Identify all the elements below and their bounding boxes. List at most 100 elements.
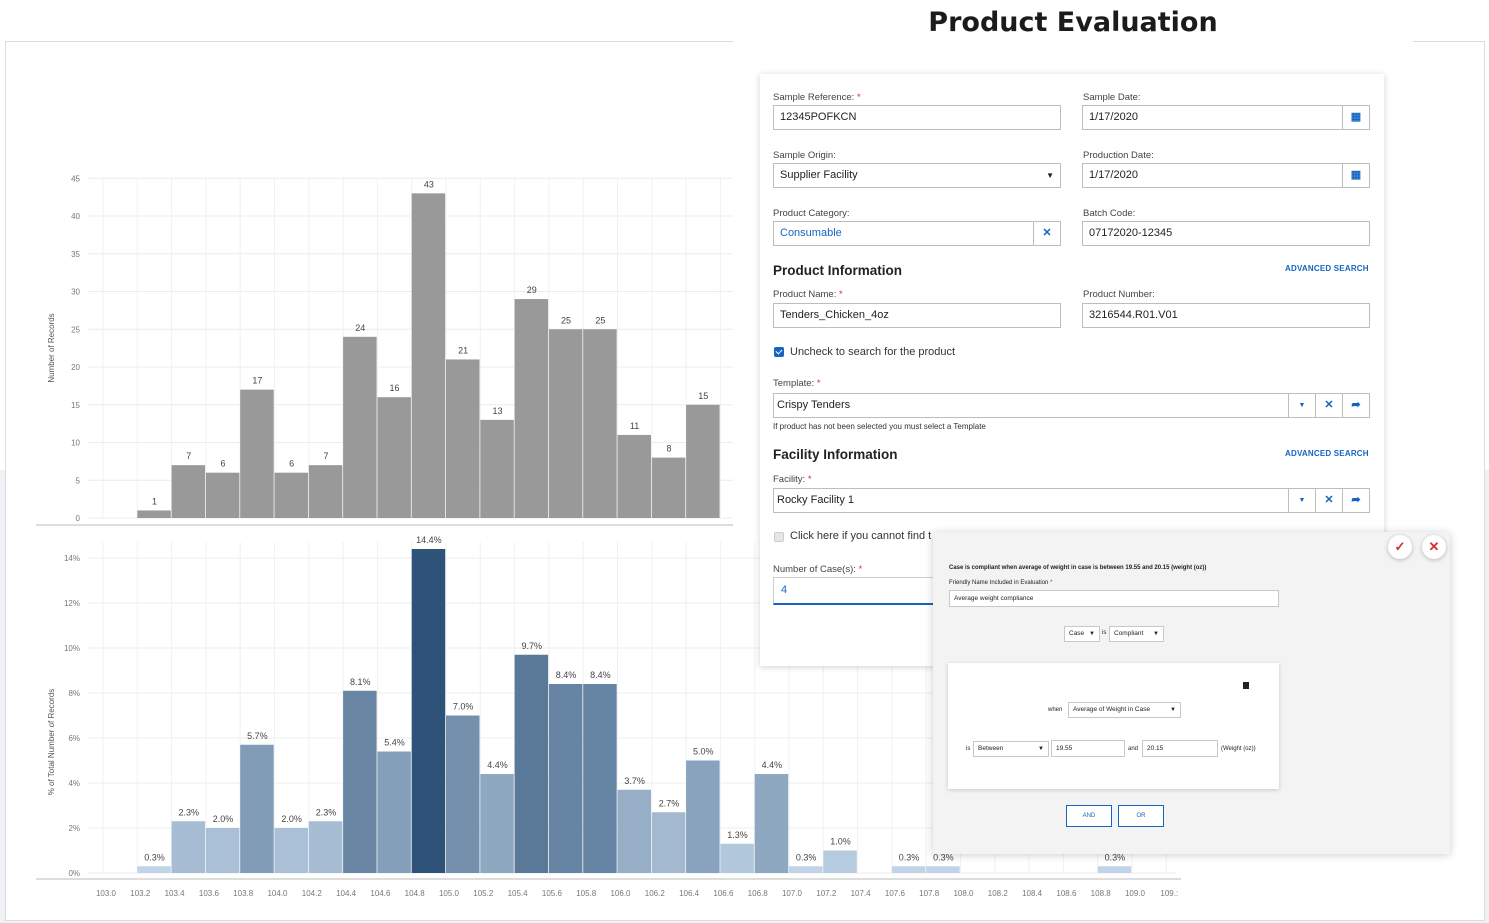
close-icon[interactable]: ✕ bbox=[1422, 535, 1446, 559]
bar-value-label: 16 bbox=[390, 383, 400, 393]
x-tick-label: 108.6 bbox=[1056, 889, 1077, 898]
chevron-down-icon[interactable]: ▼ bbox=[1288, 394, 1315, 417]
case-subject-value: Case bbox=[1069, 630, 1085, 637]
bar bbox=[583, 684, 617, 873]
production-date-input[interactable]: 1/17/2020 ▦ bbox=[1082, 163, 1370, 188]
y-tick-label: 15 bbox=[71, 401, 80, 410]
product-category-input[interactable]: Consumable ✕ bbox=[773, 221, 1061, 246]
y-tick-label: 10% bbox=[64, 644, 80, 653]
product-search-checkbox[interactable] bbox=[774, 347, 784, 357]
sample-date-label: Sample Date: bbox=[1083, 92, 1141, 103]
bar bbox=[308, 465, 343, 518]
trash-icon[interactable] bbox=[1243, 682, 1249, 689]
bar bbox=[480, 774, 514, 873]
sample-reference-label-text: Sample Reference: bbox=[773, 92, 855, 103]
measure-value: Average of Weight in Case bbox=[1073, 706, 1151, 713]
sample-reference-input[interactable]: 12345POFKCN bbox=[773, 105, 1061, 130]
batch-code-input[interactable]: 07172020-12345 bbox=[1082, 221, 1370, 246]
close-icon[interactable]: ✕ bbox=[1315, 394, 1342, 417]
sample-origin-value: Supplier Facility bbox=[780, 169, 858, 181]
bar bbox=[411, 193, 446, 518]
bar-value-label: 43 bbox=[424, 179, 434, 189]
min-value-input[interactable]: 19.55 bbox=[1051, 740, 1125, 757]
bar bbox=[137, 510, 171, 518]
operator-select[interactable]: Between ▼ bbox=[973, 741, 1049, 757]
bar bbox=[411, 549, 446, 873]
bar bbox=[377, 397, 411, 518]
or-button[interactable]: OR bbox=[1118, 805, 1164, 827]
x-tick-label: 106.2 bbox=[645, 889, 666, 898]
check-icon[interactable]: ✓ bbox=[1388, 535, 1412, 559]
x-tick-label: 103.2 bbox=[130, 889, 151, 898]
x-tick-label: 106.8 bbox=[748, 889, 769, 898]
x-tick-label: 108.8 bbox=[1091, 889, 1112, 898]
bar bbox=[651, 457, 686, 518]
batch-code-label: Batch Code: bbox=[1083, 208, 1136, 219]
bar bbox=[548, 329, 583, 518]
and-button[interactable]: AND bbox=[1066, 805, 1112, 827]
y-axis-title: % of Total Number of Records bbox=[47, 689, 56, 796]
bar-value-label: 2.7% bbox=[659, 798, 680, 808]
bar bbox=[480, 419, 514, 518]
y-tick-label: 35 bbox=[71, 250, 80, 259]
bar bbox=[240, 744, 274, 873]
calendar-icon[interactable]: ▦ bbox=[1342, 164, 1369, 187]
template-select[interactable]: Crispy Tenders ▼ ✕ ➦ bbox=[773, 393, 1370, 418]
facility-select[interactable]: Rocky Facility 1 ▼ ✕ ➦ bbox=[773, 488, 1370, 513]
sample-origin-select[interactable]: Supplier Facility ▼ bbox=[773, 163, 1061, 188]
bar-value-label: 29 bbox=[527, 285, 537, 295]
share-arrow-icon[interactable]: ➦ bbox=[1342, 394, 1369, 417]
x-tick-label: 108.2 bbox=[988, 889, 1009, 898]
bar bbox=[514, 299, 549, 518]
bar bbox=[171, 465, 206, 518]
required-marker: * bbox=[816, 378, 821, 389]
production-date-label: Production Date: bbox=[1083, 150, 1154, 161]
cases-input[interactable]: 4 bbox=[773, 577, 936, 605]
bar-value-label: 0.3% bbox=[899, 852, 920, 862]
product-name-input[interactable]: Tenders_Chicken_4oz bbox=[773, 303, 1061, 328]
facility-label-text: Facility: bbox=[773, 474, 806, 485]
bar-value-label: 2.0% bbox=[281, 814, 302, 824]
advanced-search-link[interactable]: ADVANCED SEARCH bbox=[1285, 264, 1369, 273]
x-tick-label: 106.6 bbox=[713, 889, 734, 898]
chevron-down-icon[interactable]: ▼ bbox=[1288, 489, 1315, 512]
x-tick-label: 106.0 bbox=[610, 889, 631, 898]
close-icon[interactable]: ✕ bbox=[1033, 222, 1060, 245]
sample-date-input[interactable]: 1/17/2020 ▦ bbox=[1082, 105, 1370, 130]
y-tick-label: 45 bbox=[71, 174, 80, 183]
product-number-input[interactable]: 3216544.R01.V01 bbox=[1082, 303, 1370, 328]
share-arrow-icon[interactable]: ➦ bbox=[1342, 489, 1369, 512]
bar-value-label: 21 bbox=[458, 345, 468, 355]
bar bbox=[548, 684, 583, 873]
y-tick-label: 20 bbox=[71, 363, 80, 372]
bar-value-label: 5.4% bbox=[384, 738, 405, 748]
x-tick-label: 104.4 bbox=[336, 889, 357, 898]
bar bbox=[1097, 866, 1132, 873]
facility-label: Facility: * bbox=[773, 474, 812, 485]
bar-value-label: 9.7% bbox=[521, 641, 542, 651]
friendly-name-input[interactable]: Average weight compliance bbox=[949, 590, 1279, 607]
calendar-icon[interactable]: ▦ bbox=[1342, 106, 1369, 129]
bar bbox=[446, 359, 480, 518]
bar bbox=[274, 828, 308, 873]
y-tick-label: 8% bbox=[68, 689, 80, 698]
bar bbox=[686, 404, 720, 518]
case-subject-select[interactable]: Case ▼ bbox=[1064, 626, 1100, 642]
close-icon[interactable]: ✕ bbox=[1315, 489, 1342, 512]
bar bbox=[789, 866, 823, 873]
friendly-name-label-text: Friendly Name Included in Evaluation bbox=[949, 580, 1049, 586]
y-tick-label: 10 bbox=[71, 439, 80, 448]
bar-value-label: 11 bbox=[630, 421, 639, 431]
advanced-search-link[interactable]: ADVANCED SEARCH bbox=[1285, 449, 1369, 458]
compliance-status-select[interactable]: Compliant ▼ bbox=[1109, 626, 1164, 642]
chevron-down-icon: ▼ bbox=[1170, 707, 1176, 713]
bar bbox=[446, 715, 480, 873]
measure-select[interactable]: Average of Weight in Case ▼ bbox=[1068, 702, 1181, 718]
cannot-find-checkbox[interactable] bbox=[774, 532, 784, 542]
required-marker: * bbox=[856, 92, 861, 103]
x-tick-label: 108.4 bbox=[1022, 889, 1043, 898]
x-tick-label: 106.4 bbox=[679, 889, 700, 898]
max-value-input[interactable]: 20.15 bbox=[1142, 740, 1218, 757]
bar-value-label: 7 bbox=[186, 451, 191, 461]
x-tick-label: 105.8 bbox=[576, 889, 597, 898]
